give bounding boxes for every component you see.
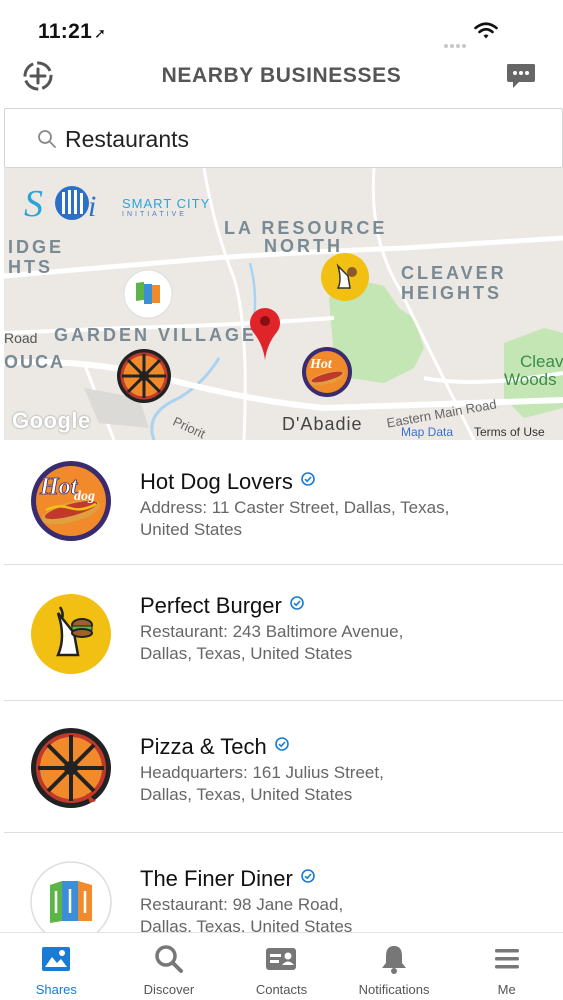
contact-card-icon <box>266 948 297 970</box>
tab-notifications[interactable]: Notifications <box>338 933 451 1000</box>
diner-logo <box>30 861 112 932</box>
map-label-woods: Woods <box>504 370 557 389</box>
address-line-2: United States <box>140 520 243 539</box>
app-header: NEARBY BUSINESSES <box>0 56 563 102</box>
business-name: The Finer Diner <box>140 866 315 892</box>
list-item[interactable]: Hot dog Hot Dog Lovers Address: 11 Caste… <box>4 440 563 565</box>
burger-map-marker[interactable] <box>320 252 370 302</box>
burger-logo <box>31 594 111 674</box>
bottom-nav: Shares Discover Contacts Notifications M… <box>0 932 563 1000</box>
page-title: NEARBY BUSINESSES <box>161 64 402 87</box>
business-address: Headquarters: 161 Julius Street, Dallas,… <box>140 762 500 806</box>
address-line-2: Dallas, Texas, United States <box>140 644 353 663</box>
address-line-1: Headquarters: 161 Julius Street, <box>140 763 384 782</box>
wifi-icon <box>474 22 498 39</box>
address-line-1: Restaurant: 243 Baltimore Avenue, <box>140 622 404 641</box>
menu-icon <box>494 949 519 969</box>
address-line-2: Dallas, Texas, United States <box>140 917 353 932</box>
business-name: Hot Dog Lovers <box>140 469 315 495</box>
list-item[interactable]: Perfect Burger Restaurant: 243 Baltimore… <box>4 565 563 701</box>
tab-shares[interactable]: Shares <box>0 933 113 1000</box>
tab-discover[interactable]: Discover <box>113 933 226 1000</box>
verified-icon <box>290 596 304 610</box>
smart-city-subtitle: INITIATIVE <box>122 211 187 218</box>
business-name-text: Hot Dog Lovers <box>140 469 293 494</box>
tab-label: Contacts <box>255 982 308 997</box>
pizza-map-marker[interactable] <box>116 348 172 404</box>
address-line-1: Address: 11 Caster Street, Dallas, Texas… <box>140 498 450 517</box>
location-arrow-icon: ➚ <box>94 25 107 41</box>
business-list: Hot dog Hot Dog Lovers Address: 11 Caste… <box>0 440 563 932</box>
image-icon <box>42 947 71 971</box>
map-label-la-resource: LA RESOURCE <box>224 218 388 238</box>
address-line-1: Restaurant: 98 Jane Road, <box>140 895 344 914</box>
list-item[interactable]: The Finer Diner Restaurant: 98 Jane Road… <box>4 833 563 932</box>
map-label-cleav: Cleav <box>520 352 563 371</box>
verified-icon <box>274 737 289 751</box>
business-name-text: Perfect Burger <box>140 593 282 618</box>
svg-text:i: i <box>88 190 96 222</box>
search-bar <box>4 108 563 168</box>
svg-text:dog: dog <box>74 489 95 504</box>
map-label-garden-village: GARDEN VILLAGE <box>54 325 258 345</box>
search-icon <box>38 130 56 148</box>
business-name: Perfect Burger <box>140 593 304 619</box>
location-pin-icon[interactable] <box>248 304 282 362</box>
smart-city-title: SMART CITY <box>122 196 211 211</box>
svg-text:Hot: Hot <box>39 474 79 500</box>
tab-contacts[interactable]: Contacts <box>225 933 338 1000</box>
business-address: Restaurant: 243 Baltimore Avenue, Dallas… <box>140 621 500 665</box>
business-address: Address: 11 Caster Street, Dallas, Texas… <box>140 497 500 541</box>
map-label-road: Road <box>4 330 38 346</box>
map-label-ridge: IDGE <box>8 237 65 257</box>
business-name-text: The Finer Diner <box>140 866 293 891</box>
status-bar: 11:21 ➚ <box>0 0 563 56</box>
business-name: Pizza & Tech <box>140 734 289 760</box>
map-label-dabadie: D'Abadie <box>282 414 363 434</box>
map-label-hts: HTS <box>8 257 53 277</box>
bell-icon <box>382 946 407 974</box>
tab-label: Notifications <box>358 982 430 997</box>
map-label-heights: HEIGHTS <box>401 283 503 303</box>
chat-icon[interactable] <box>505 61 537 91</box>
tab-label: Me <box>497 982 516 997</box>
business-address: Restaurant: 98 Jane Road, Dallas, Texas,… <box>140 894 500 932</box>
list-item[interactable]: Pizza & Tech Headquarters: 161 Julius St… <box>4 701 563 833</box>
pizza-logo <box>31 728 111 808</box>
tab-label: Discover <box>143 982 195 997</box>
tab-label: Shares <box>35 982 77 997</box>
search-input[interactable] <box>65 121 535 157</box>
status-time: 11:21 ➚ <box>38 20 106 44</box>
hotdog-logo: Hot dog <box>31 461 111 541</box>
address-line-2: Dallas, Texas, United States <box>140 785 353 804</box>
verified-icon <box>301 472 315 486</box>
diner-map-marker[interactable] <box>122 268 174 320</box>
clock-text: 11:21 <box>38 20 93 43</box>
business-name-text: Pizza & Tech <box>140 734 267 759</box>
svg-text:Hot: Hot <box>309 357 333 372</box>
map-label-ouca: OUCA <box>4 352 65 372</box>
hotdog-map-marker[interactable]: Hot <box>301 346 353 398</box>
google-logo: Google <box>12 408 91 433</box>
map-view[interactable]: S i SMART CITY INITIATIVE LA RESOURCE NO… <box>4 168 563 440</box>
svg-text:S: S <box>24 183 43 222</box>
terms-of-use-link[interactable]: Terms of Use <box>474 425 545 439</box>
verified-icon <box>301 869 315 883</box>
map-data-link[interactable]: Map Data <box>401 425 453 439</box>
search-icon <box>155 945 183 973</box>
tab-me[interactable]: Me <box>450 933 563 1000</box>
signal-icon <box>444 35 470 48</box>
map-label-cleaver: CLEAVER <box>401 263 507 283</box>
